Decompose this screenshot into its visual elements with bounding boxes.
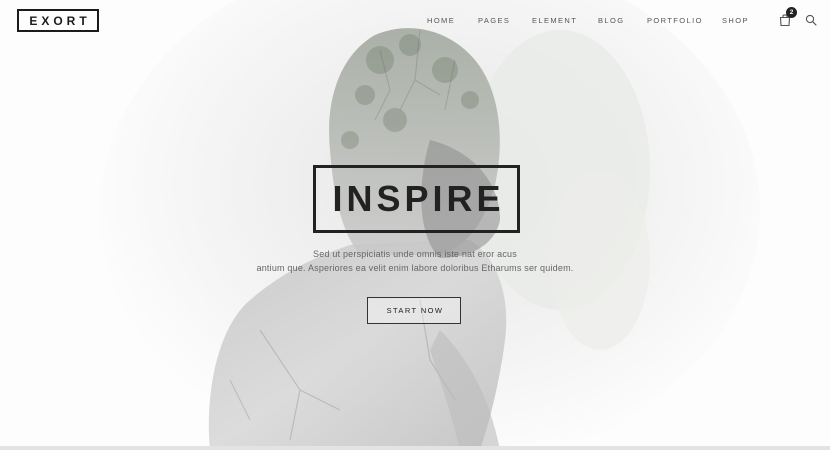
nav-item-shop[interactable]: SHOP <box>722 15 749 27</box>
bottom-divider <box>0 446 830 450</box>
hero-title: INSPIRE <box>332 178 505 219</box>
nav-item-home[interactable]: HOME <box>427 15 455 27</box>
hero-title-box: INSPIRE <box>313 165 520 233</box>
hero-subtitle-line-2: antium que. Asperiores ea velit enim lab… <box>256 263 574 273</box>
cart-count-badge: 2 <box>786 7 797 18</box>
nav-item-element[interactable]: ELEMENT <box>532 15 577 27</box>
hero-subtitle: Sed ut perspiciatis unde omnis iste nat … <box>215 247 615 275</box>
nav-item-pages[interactable]: PAGES <box>478 15 510 27</box>
page: EXORT HOME PAGES ELEMENT BLOG PORTFOLIO … <box>0 0 830 450</box>
site-header: EXORT HOME PAGES ELEMENT BLOG PORTFOLIO … <box>0 0 830 42</box>
logo-text: EXORT <box>29 13 91 28</box>
nav-item-blog[interactable]: BLOG <box>598 15 624 27</box>
search-icon[interactable] <box>805 14 817 26</box>
start-now-button[interactable]: START NOW <box>367 297 461 324</box>
nav-item-portfolio[interactable]: PORTFOLIO <box>647 15 703 27</box>
site-logo[interactable]: EXORT <box>17 9 99 32</box>
hero-subtitle-line-1: Sed ut perspiciatis unde omnis iste nat … <box>313 249 517 259</box>
